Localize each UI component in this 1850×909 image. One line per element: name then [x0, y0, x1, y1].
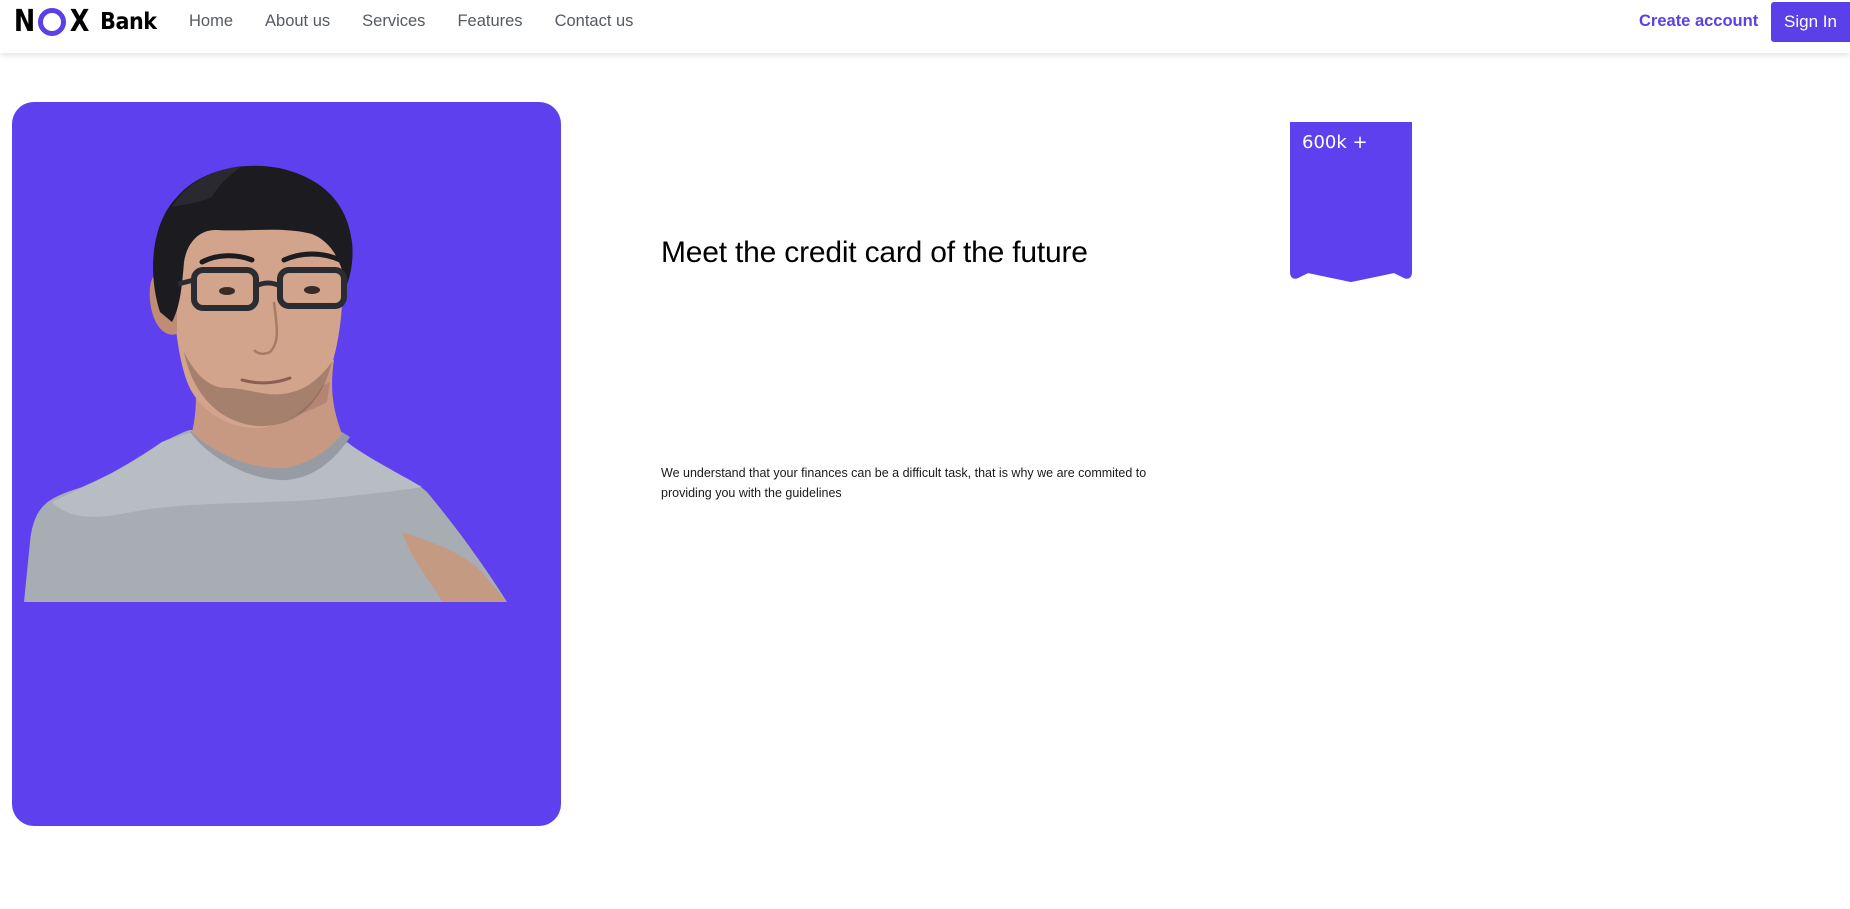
logo-letter-n: N	[13, 4, 36, 39]
main-nav: Home About us Services Features Contact …	[189, 0, 665, 43]
nav-link-about-us[interactable]: About us	[265, 12, 330, 31]
person-portrait-image	[24, 165, 507, 602]
badge-count-text: 600k +	[1302, 132, 1368, 153]
nox-bank-logo[interactable]: N X Bank	[12, 6, 160, 38]
nav-link-services[interactable]: Services	[362, 12, 425, 31]
navbar: N X Bank Home About us Services Features…	[0, 0, 1850, 53]
customer-count-ribbon-badge: 600k +	[1290, 122, 1412, 282]
nav-link-home[interactable]: Home	[189, 12, 233, 31]
sign-in-button[interactable]: Sign In	[1771, 2, 1850, 42]
logo-bank-text: Bank	[100, 9, 157, 35]
hero-image-card	[12, 102, 561, 826]
nav-link-contact-us[interactable]: Contact us	[555, 12, 634, 31]
logo-ring-icon	[38, 8, 67, 36]
hero-headline: Meet the credit card of the future	[661, 236, 1088, 269]
create-account-link[interactable]: Create account	[1639, 0, 1758, 43]
nav-link-features[interactable]: Features	[457, 12, 522, 31]
logo-letter-x: X	[69, 4, 90, 39]
hero-description: We understand that your finances can be …	[661, 466, 1147, 500]
